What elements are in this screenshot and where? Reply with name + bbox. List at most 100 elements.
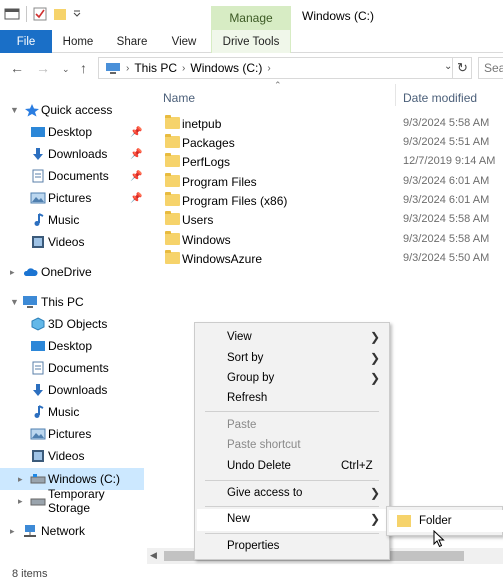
menu-shortcut: Ctrl+Z (341, 460, 373, 472)
sidebar-item-onedrive[interactable]: ▸ OneDrive (0, 262, 150, 282)
breadcrumb-this-pc[interactable]: This PC (134, 61, 177, 75)
breadcrumb-windows-c[interactable]: Windows (C:) (190, 61, 262, 75)
pin-icon[interactable]: 📌 (130, 127, 142, 138)
back-arrow-icon[interactable]: ← (10, 60, 24, 76)
sidebar-item-label: Windows (C:) (48, 472, 121, 486)
pin-icon[interactable]: 📌 (130, 171, 142, 182)
sidebar-item-downloads[interactable]: Downloads 📌 (0, 144, 150, 164)
menu-separator (205, 533, 379, 534)
menu-item-new[interactable]: New ❯ (197, 509, 387, 531)
tab-drive-tools[interactable]: Drive Tools (211, 30, 291, 53)
menu-item-label: Paste (227, 419, 257, 431)
menu-separator (205, 480, 379, 481)
file-row[interactable]: PerfLogs 12/7/2019 9:14 AM (160, 152, 503, 172)
folder-icon (397, 515, 411, 527)
file-row[interactable]: Users 9/3/2024 5:58 AM (160, 210, 503, 230)
forward-arrow-icon[interactable]: → (36, 60, 50, 76)
menu-item-label: Give access to (227, 487, 303, 499)
submenu-arrow-icon: ❯ (370, 330, 381, 344)
file-row[interactable]: WindowsAzure 9/3/2024 5:50 AM (160, 249, 503, 269)
column-header-name[interactable]: Name (163, 91, 195, 105)
pictures-icon (30, 192, 46, 204)
sidebar-item-label: Desktop (48, 339, 93, 353)
quick-access-toolbar (4, 6, 81, 22)
download-icon (33, 148, 43, 160)
pin-icon[interactable]: 📌 (130, 149, 142, 160)
menu-item-give-access[interactable]: Give access to ❯ (197, 483, 387, 505)
menu-item-view[interactable]: View ❯ (197, 327, 387, 349)
address-bar[interactable]: › This PC › Windows (C:) › ⌄ (98, 57, 472, 79)
menu-item-paste[interactable]: Paste (197, 415, 387, 437)
menu-separator (205, 411, 379, 412)
sidebar-item-pc-pictures[interactable]: Pictures (0, 424, 150, 444)
refresh-icon[interactable]: ↻ (452, 57, 472, 79)
sidebar-item-quick-access[interactable]: ▼ Quick access (0, 100, 150, 120)
menu-item-refresh[interactable]: Refresh (197, 388, 387, 410)
sidebar-item-network[interactable]: ▸ Network (0, 521, 150, 541)
file-date: 9/3/2024 5:51 AM (403, 136, 490, 148)
sidebar-item-music[interactable]: Music (0, 210, 150, 230)
column-header-date-modified[interactable]: Date modified (403, 91, 477, 105)
collapse-chevron-icon[interactable]: ▸ (10, 526, 15, 537)
tab-home[interactable]: Home (58, 30, 98, 53)
menu-item-label: Refresh (227, 392, 268, 404)
drive-icon (30, 474, 46, 484)
menu-item-sort-by[interactable]: Sort by ❯ (197, 348, 387, 370)
file-row[interactable]: Windows 9/3/2024 5:58 AM (160, 230, 503, 250)
cube-icon (31, 317, 45, 331)
sidebar-item-pc-documents[interactable]: Documents (0, 358, 150, 378)
menu-item-group-by[interactable]: Group by ❯ (197, 368, 387, 390)
sort-caret-icon: ⌃ (274, 80, 282, 90)
tab-share[interactable]: Share (112, 30, 152, 53)
collapse-chevron-icon[interactable]: ▸ (18, 496, 23, 507)
folder-icon (165, 115, 180, 129)
collapse-chevron-icon[interactable]: ▸ (18, 474, 23, 485)
explorer-app-icon[interactable] (4, 7, 20, 21)
file-row[interactable]: Program Files (x86) 9/3/2024 6:01 AM (160, 191, 503, 211)
collapse-chevron-icon[interactable]: ▸ (10, 267, 15, 278)
file-date: 9/3/2024 5:50 AM (403, 252, 490, 264)
menu-item-properties[interactable]: Properties (197, 536, 387, 558)
sidebar-item-desktop[interactable]: Desktop 📌 (0, 122, 150, 142)
sidebar-item-pc-desktop[interactable]: Desktop (0, 336, 150, 356)
file-row[interactable]: Packages 9/3/2024 5:51 AM (160, 133, 503, 153)
folder-icon (165, 153, 180, 167)
menu-item-undo-delete[interactable]: Undo Delete Ctrl+Z (197, 456, 387, 478)
expand-chevron-icon[interactable]: ▼ (10, 105, 19, 115)
up-arrow-icon[interactable]: ↑ (80, 60, 87, 76)
mouse-cursor-icon (433, 530, 445, 548)
sidebar-item-pictures[interactable]: Pictures 📌 (0, 188, 150, 208)
music-icon (34, 405, 44, 418)
file-row[interactable]: inetpub 9/3/2024 5:58 AM (160, 114, 503, 134)
sidebar-item-label: Downloads (48, 383, 108, 397)
manage-tab[interactable]: Manage (211, 6, 291, 30)
sidebar-item-pc-downloads[interactable]: Downloads (0, 380, 150, 400)
pin-icon[interactable]: 📌 (130, 193, 142, 204)
properties-icon[interactable] (33, 7, 47, 21)
sidebar-item-3d-objects[interactable]: 3D Objects (0, 314, 150, 334)
sidebar-item-pc-videos[interactable]: Videos (0, 446, 150, 466)
new-folder-icon[interactable] (53, 7, 67, 21)
search-input[interactable]: Sea (478, 57, 503, 79)
column-divider[interactable] (395, 84, 396, 106)
expand-chevron-icon[interactable]: ▼ (10, 297, 19, 307)
sidebar-item-pc-music[interactable]: Music (0, 402, 150, 422)
sidebar-item-videos[interactable]: Videos (0, 232, 150, 252)
sidebar-item-documents[interactable]: Documents 📌 (0, 166, 150, 186)
menu-item-paste-shortcut[interactable]: Paste shortcut (197, 435, 387, 457)
tab-view[interactable]: View (166, 30, 202, 53)
this-pc-icon (106, 63, 120, 74)
file-row[interactable]: Program Files 9/3/2024 6:01 AM (160, 172, 503, 192)
sidebar-item-temporary-storage[interactable]: ▸ Temporary Storage (0, 487, 150, 515)
sidebar-item-label: This PC (41, 295, 84, 309)
submenu-item-folder[interactable]: Folder (389, 510, 503, 532)
tab-file[interactable]: File (0, 30, 52, 53)
scroll-left-icon[interactable]: ◀ (150, 550, 157, 561)
sidebar-item-this-pc[interactable]: ▼ This PC (0, 292, 150, 312)
chevron-down-icon[interactable] (73, 7, 81, 21)
crumb-separator-icon: › (126, 62, 130, 74)
menu-separator (205, 506, 379, 507)
crumb-separator-icon: › (267, 62, 271, 74)
recent-locations-icon[interactable]: ⌄ (62, 64, 70, 75)
sidebar-item-label: Music (48, 213, 80, 227)
